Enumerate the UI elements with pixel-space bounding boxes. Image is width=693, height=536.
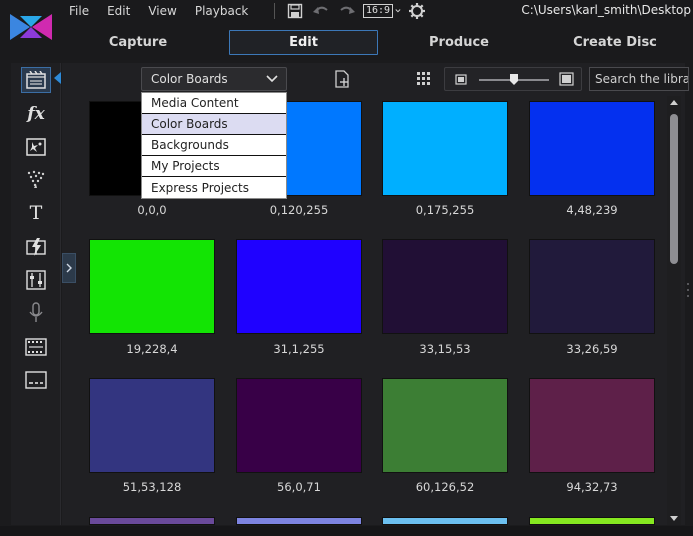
color-board-tile[interactable] bbox=[236, 378, 362, 473]
tab-create-disc[interactable]: Create Disc bbox=[554, 30, 676, 55]
title-icon: T bbox=[29, 202, 43, 224]
aspect-ratio-label: 16:9 bbox=[363, 4, 394, 18]
scrollbar-thumb[interactable] bbox=[670, 114, 678, 264]
color-board-label: 94,32,73 bbox=[566, 480, 618, 494]
color-board-tile[interactable] bbox=[529, 101, 655, 196]
color-board-tile[interactable] bbox=[89, 239, 215, 334]
chevron-right-icon bbox=[66, 263, 72, 273]
color-board-label: 60,126,52 bbox=[415, 480, 475, 494]
color-board-tile[interactable] bbox=[529, 239, 655, 334]
subtitle-room-button[interactable] bbox=[21, 367, 51, 393]
audio-mixing-room-button[interactable] bbox=[21, 267, 51, 293]
audio-mixing-icon bbox=[26, 270, 46, 290]
title-room-button[interactable]: T bbox=[21, 200, 51, 226]
project-path: C:\Users\karl_smith\Desktop bbox=[521, 3, 691, 17]
color-board-tile[interactable] bbox=[529, 517, 655, 525]
small-thumbnail-icon[interactable] bbox=[455, 74, 467, 85]
app-logo-icon bbox=[10, 14, 52, 40]
color-board-tile[interactable] bbox=[382, 517, 508, 525]
aspect-ratio-selector[interactable]: 16:9 bbox=[363, 2, 401, 20]
quick-toolbar: 16:9 bbox=[270, 1, 427, 21]
menu-edit[interactable]: Edit bbox=[98, 4, 139, 18]
color-board-label: 33,26,59 bbox=[566, 342, 618, 356]
color-board-label: 56,0,71 bbox=[277, 480, 321, 494]
color-board-label: 4,48,239 bbox=[566, 203, 618, 217]
library-category-dropdown[interactable]: Color Boards bbox=[141, 67, 287, 91]
particle-room-button[interactable] bbox=[21, 167, 51, 193]
chapter-icon bbox=[25, 338, 47, 356]
dropdown-value: Color Boards bbox=[151, 72, 228, 86]
search-input[interactable] bbox=[589, 67, 689, 91]
pip-icon bbox=[26, 138, 46, 156]
transition-icon bbox=[26, 238, 46, 256]
color-board-tile[interactable] bbox=[382, 239, 508, 334]
color-board-tile[interactable] bbox=[382, 101, 508, 196]
import-media-icon[interactable] bbox=[332, 69, 352, 89]
color-board-label: 0,120,255 bbox=[269, 203, 329, 217]
color-board-tile[interactable] bbox=[236, 517, 362, 525]
undo-icon[interactable] bbox=[311, 2, 331, 20]
color-board-label: 31,1,255 bbox=[273, 342, 325, 356]
thumbnail-size-control bbox=[444, 67, 582, 91]
chapter-room-button[interactable] bbox=[21, 334, 51, 360]
media-room-icon bbox=[26, 71, 46, 89]
color-board-tile[interactable] bbox=[89, 378, 215, 473]
color-board-tile[interactable] bbox=[89, 517, 215, 525]
dropdown-option-my-projects[interactable]: My Projects bbox=[142, 156, 286, 177]
scroll-up-icon[interactable] bbox=[670, 100, 678, 105]
active-room-indicator bbox=[54, 72, 61, 84]
mode-tabs: Capture Edit Produce Create Disc bbox=[68, 30, 693, 56]
color-board-label: 0,0,0 bbox=[137, 203, 167, 217]
menu-file[interactable]: File bbox=[60, 4, 98, 18]
color-board-tile[interactable] bbox=[382, 378, 508, 473]
dropdown-option-color-boards[interactable]: Color Boards bbox=[142, 114, 286, 135]
fx-room-button[interactable]: fx bbox=[21, 101, 51, 127]
color-board-label: 19,228,4 bbox=[126, 342, 178, 356]
dropdown-option-express-projects[interactable]: Express Projects bbox=[142, 177, 286, 198]
grid-view-icon[interactable] bbox=[416, 71, 432, 87]
pip-room-button[interactable] bbox=[21, 134, 51, 160]
voiceover-icon bbox=[29, 302, 43, 322]
menu-bar: File Edit View Playback bbox=[60, 2, 257, 20]
library-scrollbar[interactable] bbox=[667, 96, 681, 525]
particle-icon bbox=[27, 170, 45, 188]
dropdown-option-backgrounds[interactable]: Backgrounds bbox=[142, 135, 286, 156]
panel-resize-handle[interactable] bbox=[686, 280, 690, 300]
library-category-menu: Media Content Color Boards Backgrounds M… bbox=[141, 92, 287, 199]
bottom-edge bbox=[0, 526, 693, 536]
menu-view[interactable]: View bbox=[139, 4, 185, 18]
expand-panel-button[interactable] bbox=[62, 253, 76, 283]
color-board-tile[interactable] bbox=[236, 239, 362, 334]
tab-produce[interactable]: Produce bbox=[398, 30, 520, 55]
library-toolbar: Color Boards bbox=[62, 63, 689, 95]
large-thumbnail-icon[interactable] bbox=[559, 72, 574, 86]
color-board-label: 51,53,128 bbox=[122, 480, 182, 494]
toolbar-divider bbox=[274, 3, 275, 19]
dropdown-option-media-content[interactable]: Media Content bbox=[142, 93, 286, 114]
redo-icon[interactable] bbox=[337, 2, 357, 20]
fx-icon: fx bbox=[27, 104, 45, 124]
transition-room-button[interactable] bbox=[21, 234, 51, 260]
room-toolbar: fx T bbox=[11, 63, 61, 525]
gear-icon[interactable] bbox=[407, 2, 427, 20]
slider-handle[interactable] bbox=[509, 73, 519, 86]
chevron-down-icon bbox=[266, 75, 278, 83]
color-board-tile[interactable] bbox=[529, 378, 655, 473]
media-room-button[interactable] bbox=[21, 67, 51, 93]
chevron-down-icon bbox=[395, 9, 401, 13]
scroll-down-icon[interactable] bbox=[670, 516, 678, 521]
title-bar: File Edit View Playback 16:9 C:\Users\ka… bbox=[0, 0, 693, 60]
save-icon[interactable] bbox=[285, 2, 305, 20]
tab-edit[interactable]: Edit bbox=[229, 30, 378, 55]
color-board-label: 33,15,53 bbox=[419, 342, 471, 356]
tab-capture[interactable]: Capture bbox=[78, 30, 198, 55]
voiceover-room-button[interactable] bbox=[21, 300, 51, 326]
color-board-label: 0,175,255 bbox=[415, 203, 475, 217]
menu-playback[interactable]: Playback bbox=[186, 4, 258, 18]
subtitle-icon bbox=[25, 371, 47, 389]
